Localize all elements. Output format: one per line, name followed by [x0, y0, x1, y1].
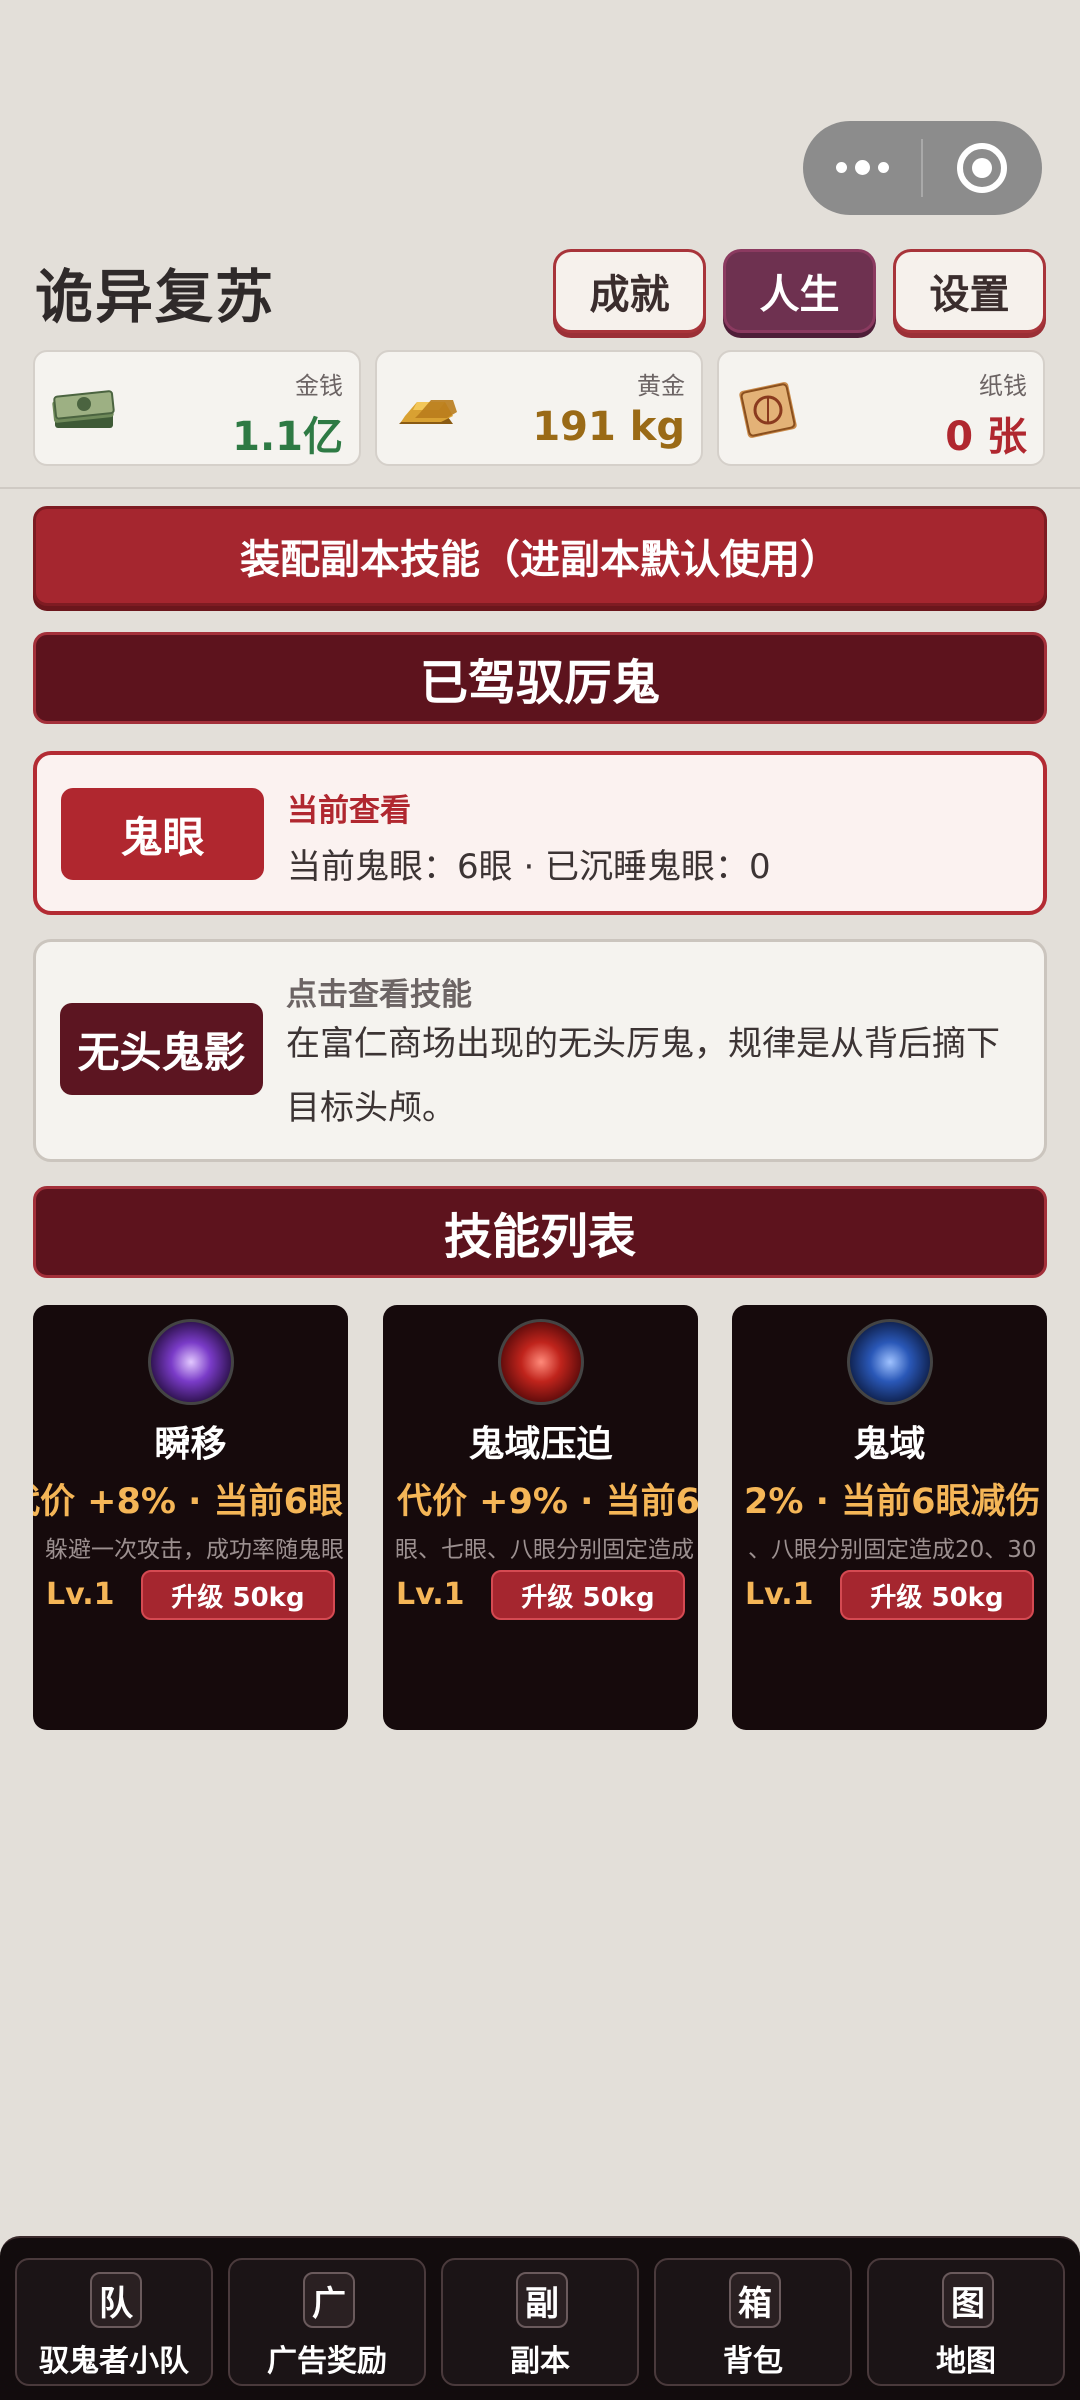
resource-paper-money: 纸钱 0 张 [717, 350, 1045, 466]
miniprogram-capsule [803, 121, 1042, 215]
nav-team[interactable]: 队 驭鬼者小队 [15, 2258, 213, 2386]
skill-card-domain-pressure[interactable]: 鬼域压迫 代价 +9% · 当前6眼 眼、七眼、八眼分别固定造成 Lv.1 升级… [383, 1305, 698, 1730]
nav-backpack[interactable]: 箱 背包 [654, 2258, 852, 2386]
more-menu-button[interactable] [803, 121, 921, 215]
achievements-button[interactable]: 成就 [553, 249, 706, 333]
gold-bar-icon [399, 400, 457, 424]
resource-money: 金钱 1.1亿 [33, 350, 361, 466]
skill-cost-stat: 2% · 当前6眼减伤 [744, 1482, 1041, 1522]
purple-vortex-icon [148, 1319, 234, 1405]
skill-name: 鬼域压迫 [468, 1424, 613, 1465]
nav-ad-rewards[interactable]: 广 广告奖励 [228, 2258, 426, 2386]
dungeon-icon: 副 [516, 2272, 568, 2328]
gold-value: 191 kg [532, 404, 685, 450]
ghost-tag: 无头鬼影 [60, 1003, 263, 1095]
skill-card-teleport[interactable]: 瞬移 代价 +8% · 当前6眼 躲避一次攻击，成功率随鬼眼 Lv.1 升级 5… [33, 1305, 348, 1730]
more-dots-icon [835, 159, 889, 175]
ghost-status: 当前查看 [287, 793, 411, 829]
ghost-tag: 鬼眼 [61, 788, 264, 880]
nav-label: 广告奖励 [267, 2344, 387, 2379]
skill-level: Lv.1 [46, 1577, 115, 1612]
ghost-status: 点击查看技能 [286, 977, 472, 1013]
settings-button[interactable]: 设置 [893, 249, 1046, 333]
nav-map[interactable]: 图 地图 [867, 2258, 1065, 2386]
paper-money-label: 纸钱 [979, 372, 1027, 400]
header-divider [0, 487, 1080, 489]
upgrade-skill-button[interactable]: 升级 50kg [840, 1570, 1034, 1620]
skill-level: Lv.1 [396, 1577, 465, 1612]
skill-description: 躲避一次攻击，成功率随鬼眼 [45, 1537, 344, 1563]
ghost-description: 当前鬼眼：6眼 · 已沉睡鬼眼：0 [287, 847, 771, 887]
money-value: 1.1亿 [232, 414, 343, 460]
app-title: 诡异复苏 [35, 263, 276, 331]
ghost-card-ghost-eye[interactable]: 鬼眼 当前查看 当前鬼眼：6眼 · 已沉睡鬼眼：0 [33, 751, 1047, 915]
skill-list-header: 技能列表 [33, 1186, 1047, 1278]
ghost-card-headless-shadow[interactable]: 无头鬼影 点击查看技能 在富仁商场出现的无头厉鬼，规律是从背后摘下目标头颅。 [33, 939, 1047, 1162]
map-icon: 图 [942, 2272, 994, 2328]
paper-money-value: 0 张 [945, 414, 1027, 460]
team-icon: 队 [90, 2272, 142, 2328]
skill-card-ghost-domain[interactable]: 鬼域 2% · 当前6眼减伤 、八眼分别固定造成20、30 Lv.1 升级 50… [732, 1305, 1047, 1730]
close-target-icon [957, 143, 1007, 193]
gold-label: 黄金 [637, 372, 685, 400]
blue-domain-icon [847, 1319, 933, 1405]
backpack-icon: 箱 [729, 2272, 781, 2328]
close-miniprogram-button[interactable] [923, 121, 1041, 215]
nav-label: 驭鬼者小队 [39, 2344, 189, 2379]
ghost-description: 在富仁商场出现的无头厉鬼，规律是从背后摘下目标头颅。 [286, 1024, 1000, 1128]
nav-dungeon[interactable]: 副 副本 [441, 2258, 639, 2386]
life-button[interactable]: 人生 [723, 249, 876, 333]
paper-money-icon [739, 382, 797, 438]
resource-gold: 黄金 191 kg [375, 350, 703, 466]
skill-name: 瞬移 [154, 1424, 227, 1465]
equip-dungeon-skill-button[interactable]: 装配副本技能（进副本默认使用） [33, 506, 1047, 606]
nav-label: 地图 [936, 2344, 996, 2379]
skill-name: 鬼域 [853, 1424, 926, 1465]
skill-level: Lv.1 [745, 1577, 814, 1612]
money-label: 金钱 [295, 372, 343, 400]
ad-icon: 广 [303, 2272, 355, 2328]
upgrade-skill-button[interactable]: 升级 50kg [491, 1570, 685, 1620]
skill-cost-stat: 代价 +9% · 当前6眼 [397, 1482, 698, 1522]
nav-label: 背包 [723, 2344, 783, 2379]
nav-label: 副本 [510, 2344, 570, 2379]
skill-cost-stat: 代价 +8% · 当前6眼 [33, 1482, 343, 1522]
red-ghost-sigil-icon [498, 1319, 584, 1405]
skill-description: 、八眼分别固定造成20、30 [748, 1537, 1037, 1563]
bottom-nav: 队 驭鬼者小队 广 广告奖励 副 副本 箱 背包 图 地图 [0, 2236, 1080, 2400]
money-stack-icon [52, 390, 115, 428]
skill-description: 眼、七眼、八眼分别固定造成 [395, 1537, 694, 1563]
tamed-ghosts-header: 已驾驭厉鬼 [33, 632, 1047, 724]
upgrade-skill-button[interactable]: 升级 50kg [141, 1570, 335, 1620]
